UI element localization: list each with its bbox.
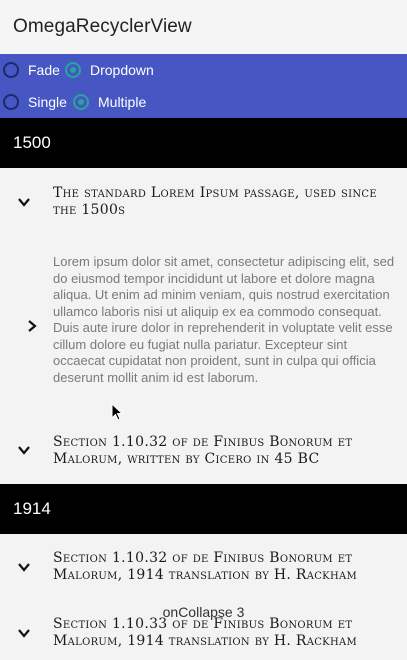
app-title: OmegaRecyclerView	[13, 16, 192, 37]
single-radio-label: Single	[28, 94, 67, 110]
item-title: The standard Lorem Ipsum passage, used s…	[53, 185, 377, 218]
section-header-label: 1500	[13, 133, 51, 152]
expandable-item[interactable]: The standard Lorem Ipsum passage, used s…	[0, 168, 407, 426]
fade-radio[interactable]: Fade	[3, 60, 60, 80]
animation-options-row: Fade Dropdown	[0, 54, 407, 86]
radio-unchecked-icon	[3, 62, 19, 78]
app-bar: OmegaRecyclerView	[0, 0, 407, 54]
radio-checked-icon	[73, 94, 89, 110]
mouse-cursor-icon	[111, 403, 123, 421]
item-title: Section 1.10.32 of de Finibus Bonorum et…	[53, 434, 353, 467]
dropdown-radio-label: Dropdown	[90, 62, 154, 78]
expandable-item[interactable]: Section 1.10.32 of de Finibus Bonorum et…	[0, 534, 407, 596]
item-title: Section 1.10.32 of de Finibus Bonorum et…	[53, 550, 358, 583]
selection-options-row: Single Multiple	[0, 86, 407, 118]
section-header-label: 1914	[13, 499, 51, 518]
section-header: 1500	[0, 118, 407, 168]
item-body-text: Lorem ipsum dolor sit amet, consectetur …	[53, 254, 395, 385]
chevron-down-icon[interactable]	[17, 195, 31, 209]
fade-radio-label: Fade	[28, 62, 60, 78]
section-header: 1914	[0, 484, 407, 534]
multiple-radio-label: Multiple	[98, 94, 147, 110]
chevron-down-icon[interactable]	[17, 443, 31, 457]
chevron-down-icon[interactable]	[17, 560, 31, 574]
chevron-down-icon[interactable]	[17, 626, 31, 640]
radio-checked-icon	[65, 62, 81, 78]
single-radio[interactable]: Single	[3, 92, 67, 112]
item-title: Section 1.10.33 of de Finibus Bonorum et…	[53, 616, 358, 649]
radio-unchecked-icon	[3, 94, 19, 110]
toast-message: onCollapse 3	[162, 604, 245, 620]
dropdown-radio[interactable]: Dropdown	[65, 60, 154, 80]
expandable-item[interactable]: Section 1.10.32 of de Finibus Bonorum et…	[0, 426, 407, 484]
options-panel: Fade Dropdown Single Multiple	[0, 54, 407, 118]
multiple-radio[interactable]: Multiple	[73, 92, 146, 112]
chevron-right-icon[interactable]	[25, 319, 39, 333]
